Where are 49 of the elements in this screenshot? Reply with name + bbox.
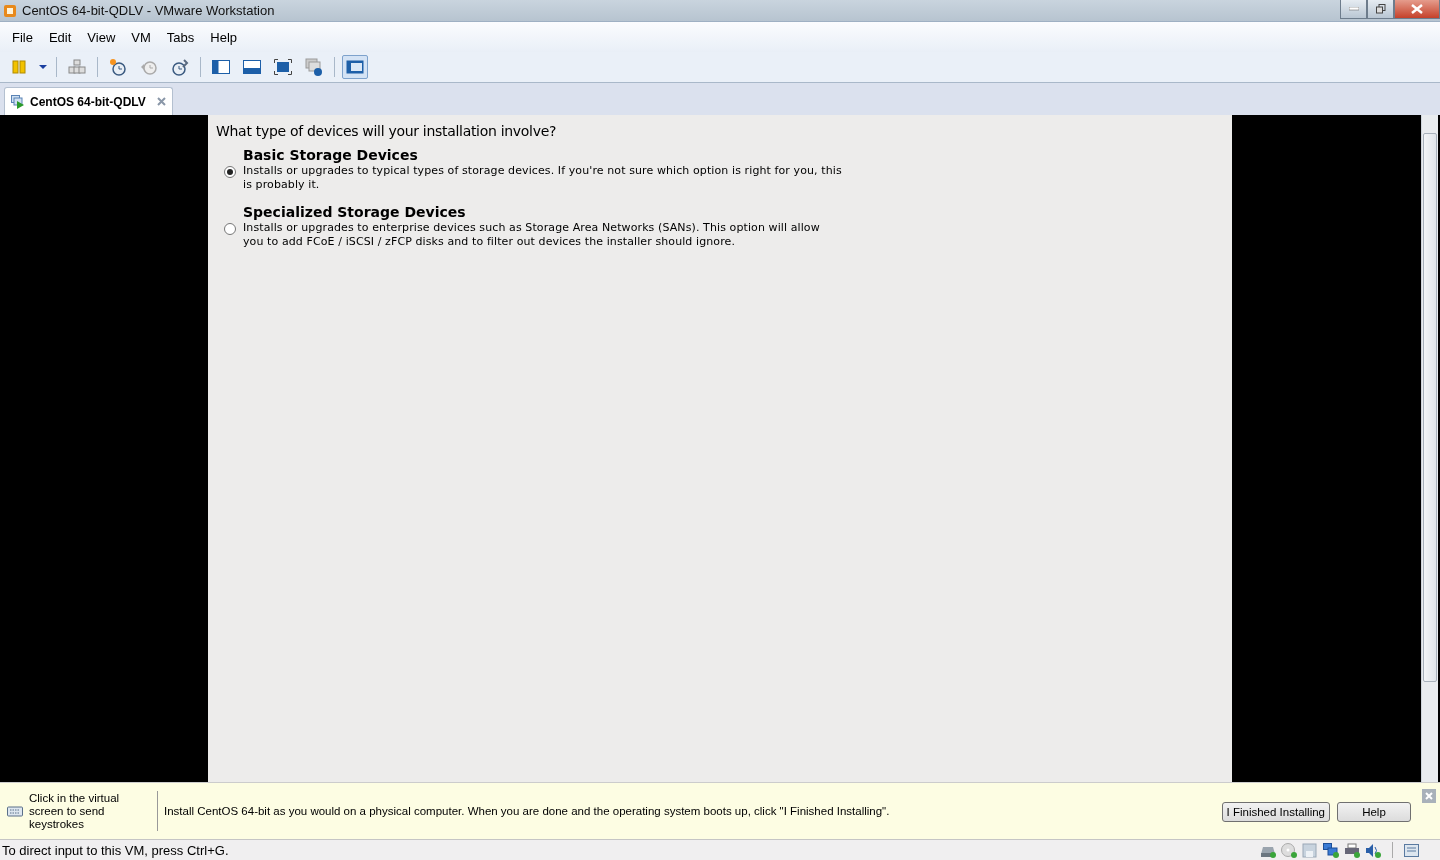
scroll-thumb[interactable] bbox=[1423, 133, 1437, 682]
option-title: Basic Storage Devices bbox=[243, 147, 419, 164]
restore-icon bbox=[1375, 4, 1386, 14]
close-icon bbox=[1411, 4, 1423, 14]
vm-tab[interactable]: CentOS 64-bit-QDLV bbox=[4, 87, 173, 115]
windows-info-icon bbox=[305, 58, 323, 76]
vm-play-icon bbox=[11, 94, 25, 109]
scrollbar[interactable] bbox=[1421, 115, 1438, 782]
question-text: What type of devices will your installation involve? bbox=[216, 123, 558, 139]
clock-icon bbox=[140, 58, 158, 76]
keyboard-keys-icon bbox=[68, 59, 86, 75]
close-icon[interactable] bbox=[156, 97, 166, 106]
menu-item[interactable]: Tabs bbox=[158, 29, 203, 45]
maximize-button[interactable] bbox=[1367, 0, 1394, 19]
keyboard-icon bbox=[7, 805, 23, 817]
printer-icon[interactable] bbox=[1344, 842, 1360, 858]
fullscreen-icon bbox=[274, 59, 292, 75]
clock-icon bbox=[109, 58, 127, 76]
speaker-icon[interactable] bbox=[1365, 842, 1381, 858]
hint-button[interactable]: I Finished Installing bbox=[1221, 802, 1330, 822]
close-icon bbox=[1425, 792, 1433, 800]
option-description: Installs or upgrades to enterprise devices such as Storage Area Networks (SANs). This option will allow you to add FCoE / iSCSI / zFCP disks and to filter out devices the installer should ignore. bbox=[243, 221, 821, 249]
radio-button[interactable] bbox=[224, 165, 236, 178]
option-description: Installs or upgrades to typical types of storage devices. If you're not sure which option is right for you, this is probably it. bbox=[243, 164, 843, 192]
menu-item[interactable]: Help bbox=[202, 29, 246, 45]
option-title: Specialized Storage Devices bbox=[243, 204, 467, 221]
window-title: CentOS 64-bit-QDLV - VMware Workstation bbox=[22, 3, 275, 18]
minimize-button[interactable] bbox=[1340, 0, 1367, 19]
menu-item[interactable]: VM bbox=[123, 29, 159, 45]
menu-item[interactable]: File bbox=[4, 29, 41, 45]
app-icon bbox=[3, 3, 17, 18]
disc-icon[interactable] bbox=[1281, 842, 1297, 858]
close-button[interactable] bbox=[1394, 0, 1440, 19]
menu-item[interactable]: View bbox=[79, 29, 124, 45]
network-icon[interactable] bbox=[1323, 842, 1339, 858]
pause-icon bbox=[12, 60, 26, 74]
window-icon bbox=[346, 60, 364, 74]
menu-item[interactable]: Edit bbox=[40, 29, 80, 45]
status-text: To direct input to this VM, press Ctrl+G. bbox=[1, 842, 229, 858]
sidebar-icon bbox=[212, 60, 230, 74]
console-view-button[interactable] bbox=[342, 55, 368, 79]
message-log-icon[interactable] bbox=[1404, 842, 1420, 858]
caret-icon bbox=[39, 64, 47, 70]
minimize-icon bbox=[1348, 7, 1359, 11]
hint-button[interactable]: Help bbox=[1337, 802, 1411, 822]
keystroke-hint: Click in the virtual screen to send keystrokes bbox=[29, 791, 121, 831]
panel-icon bbox=[243, 60, 261, 74]
hint-message: Install CentOS 64-bit as you would on a physical computer. When you are done and the operating system boots up, click "I Finished Installing". bbox=[164, 805, 890, 817]
radio-button[interactable] bbox=[224, 222, 236, 235]
